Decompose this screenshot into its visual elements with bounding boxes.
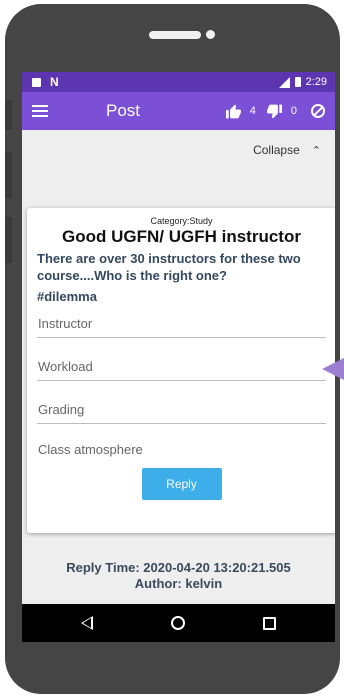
workload-field[interactable]: Workload [37, 338, 326, 381]
reply-author: Author: kelvin [134, 576, 223, 591]
block-icon[interactable] [311, 104, 325, 118]
phone-side-button [5, 217, 12, 263]
like-count: 4 [249, 105, 256, 117]
post-category: Category:Study [150, 216, 213, 226]
post-tag: #dilemma [37, 289, 97, 304]
battery-icon [294, 77, 301, 87]
instructor-field[interactable]: Instructor [37, 304, 326, 338]
phone-frame: N 2:29 Post 4 0 Collapse ⌃ Category:Stud… [5, 4, 340, 694]
reply-button[interactable]: Reply [141, 468, 222, 500]
nav-home-icon[interactable] [171, 616, 185, 630]
phone-side-button [5, 152, 12, 198]
chevron-up-icon: ⌃ [311, 144, 321, 157]
app-screen: N 2:29 Post 4 0 Collapse ⌃ Category:Stud… [22, 72, 335, 642]
dislike-count: 0 [290, 105, 297, 117]
grading-field[interactable]: Grading [37, 381, 326, 424]
status-bar: N 2:29 [22, 72, 335, 92]
post-body: There are over 30 instructors for these … [37, 251, 301, 283]
phone-speaker [149, 31, 201, 39]
notification-icon [32, 77, 41, 87]
nav-back-icon[interactable] [81, 616, 93, 630]
nav-recent-icon[interactable] [263, 616, 276, 630]
status-time: 2:29 [305, 76, 327, 88]
pointer-arrow-icon [322, 358, 344, 380]
menu-icon[interactable] [32, 105, 48, 117]
app-bar: Post 4 0 [22, 92, 335, 130]
post-card: Category:Study Good UGFN/ UGFH instructo… [27, 208, 335, 533]
phone-side-button [5, 100, 12, 130]
thumbs-up-icon[interactable] [225, 104, 242, 119]
thumbs-down-icon[interactable] [266, 104, 283, 119]
class-atmosphere-field[interactable]: Class atmosphere [37, 424, 326, 460]
post-title: Good UGFN/ UGFH instructor [62, 227, 301, 246]
page-title: Post [106, 101, 141, 120]
collapse-label: Collapse [253, 143, 300, 157]
reply-info: Reply Time: 2020-04-20 13:20:21.505 Auth… [22, 560, 335, 592]
nav-bar [22, 604, 335, 642]
nfc-icon: N [50, 75, 59, 89]
signal-icon [278, 76, 290, 88]
phone-camera [206, 30, 215, 39]
reply-time: Reply Time: 2020-04-20 13:20:21.505 [66, 560, 291, 575]
collapse-toggle[interactable]: Collapse ⌃ [22, 130, 335, 170]
